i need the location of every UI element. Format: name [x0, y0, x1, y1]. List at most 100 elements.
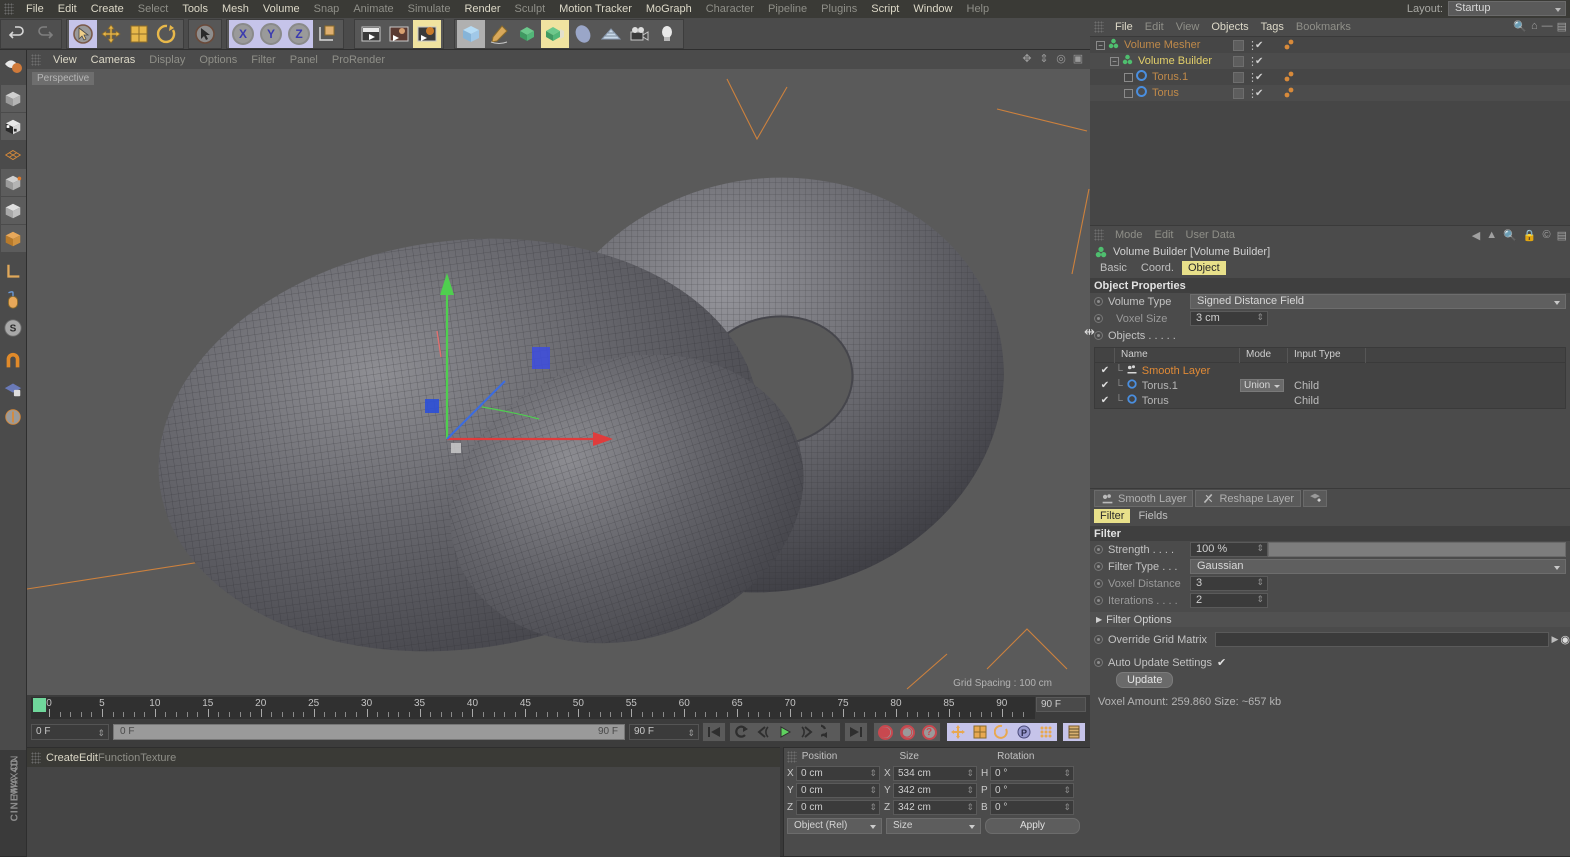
menu-item-character[interactable]: Character: [699, 0, 761, 18]
orbit-icon[interactable]: ◎: [1055, 53, 1067, 65]
object-name-cell[interactable]: − Volume Mesher: [1090, 37, 1200, 53]
play-icon[interactable]: [774, 723, 796, 741]
object-visibility-dots[interactable]: ⋮ ✔: [1233, 37, 1263, 53]
coord-size-dropdown[interactable]: Size: [886, 818, 981, 834]
points-mode-icon[interactable]: [1, 141, 26, 168]
object-tree-row[interactable]: Torus ⋮ ✔: [1090, 85, 1570, 101]
lock-z-axis-icon[interactable]: Z: [285, 19, 313, 48]
voxel-size-anim-dot[interactable]: [1094, 314, 1103, 323]
snap-icon[interactable]: S: [1, 314, 26, 341]
step-forward-icon[interactable]: [796, 723, 818, 741]
volume-type-dropdown[interactable]: Signed Distance Field: [1190, 294, 1566, 309]
menu-item-animate[interactable]: Animate: [346, 0, 400, 18]
menu-item-file[interactable]: File: [1109, 21, 1139, 33]
object-tree-row[interactable]: − Volume Builder ⋮ ✔: [1090, 53, 1570, 69]
enable-check-icon[interactable]: ✔: [1255, 72, 1263, 83]
volume-objects-list[interactable]: Name Mode Input Type ✔ └ Smooth Layer ✔ └ Tor…: [1094, 347, 1566, 409]
light-icon[interactable]: [653, 20, 681, 48]
auto-update-checkbox[interactable]: ✔: [1217, 656, 1226, 669]
planar-workplane-icon[interactable]: [1, 403, 26, 430]
objects-anim-dot[interactable]: [1094, 331, 1103, 340]
object-manager-grip[interactable]: [1094, 21, 1104, 33]
menu-item-texture[interactable]: Texture: [140, 752, 176, 764]
object-name-cell[interactable]: Torus: [1090, 85, 1179, 101]
override-grid-input[interactable]: [1215, 632, 1550, 647]
size-input[interactable]: 342 cm ⇕: [893, 783, 977, 798]
menu-item-view[interactable]: View: [46, 54, 84, 66]
menu-item-render[interactable]: Render: [457, 0, 507, 18]
size-input[interactable]: 342 cm ⇕: [893, 800, 977, 815]
timeline-icon[interactable]: [1063, 723, 1085, 741]
lock-icon[interactable]: 🔒: [1523, 229, 1537, 242]
menu-item-mograph[interactable]: MoGraph: [639, 0, 699, 18]
position-input[interactable]: 0 cm ⇕: [796, 800, 880, 815]
object-tree-row[interactable]: − Volume Mesher ⋮ ✔: [1090, 37, 1570, 53]
copyright-icon[interactable]: ©: [1542, 229, 1550, 242]
rotation-input[interactable]: 0 ° ⇕: [990, 783, 1074, 798]
visibility-dots-icon[interactable]: ⋮: [1247, 39, 1258, 52]
nurbs-icon[interactable]: [513, 20, 541, 48]
add-layer-button[interactable]: [1303, 490, 1328, 507]
layer-enable-checkbox[interactable]: ✔: [1095, 395, 1115, 406]
step-back-icon[interactable]: [752, 723, 774, 741]
floor-icon[interactable]: [597, 20, 625, 48]
pan-icon[interactable]: ✥: [1021, 53, 1033, 65]
rotation-key-icon[interactable]: [991, 723, 1013, 741]
reshape-layer-button[interactable]: Reshape Layer: [1195, 490, 1302, 507]
deformer-icon[interactable]: [541, 19, 569, 48]
object-tags[interactable]: [1280, 87, 1296, 103]
nurbs-surface-icon[interactable]: [569, 20, 597, 48]
enable-axis-icon[interactable]: [1, 286, 26, 313]
menu-item-select[interactable]: Select: [131, 0, 176, 18]
camera-icon[interactable]: [625, 20, 653, 48]
menu-item-pipeline[interactable]: Pipeline: [761, 0, 814, 18]
menu-item-plugins[interactable]: Plugins: [814, 0, 864, 18]
object-visibility-dots[interactable]: ⋮ ✔: [1233, 69, 1263, 85]
move-icon[interactable]: [97, 20, 125, 48]
dolly-icon[interactable]: ⇕: [1038, 53, 1050, 65]
redo-icon[interactable]: [31, 20, 59, 48]
current-frame-input[interactable]: 0 F ⇕: [31, 724, 109, 740]
home-icon[interactable]: ⌂: [1531, 20, 1538, 33]
expand-toggle-icon[interactable]: −: [1110, 56, 1119, 66]
iterations-anim-dot[interactable]: [1094, 596, 1103, 605]
list-icon[interactable]: ▤: [1557, 229, 1567, 242]
object-visibility-dots[interactable]: ⋮ ✔: [1233, 53, 1263, 69]
attribute-manager-grip[interactable]: [1094, 228, 1104, 241]
search-icon[interactable]: 🔍: [1503, 229, 1517, 242]
render-toggle-icon[interactable]: [1233, 39, 1244, 51]
menu-item-edit[interactable]: Edit: [1139, 21, 1170, 33]
undo-icon[interactable]: [3, 20, 31, 48]
menu-item-volume[interactable]: Volume: [256, 0, 307, 18]
loop-icon[interactable]: [818, 723, 840, 741]
menu-item-display[interactable]: Display: [142, 54, 192, 66]
strength-input[interactable]: 100 % ⇕: [1190, 542, 1268, 557]
filter-type-dropdown[interactable]: Gaussian: [1190, 559, 1566, 574]
timeline-ruler[interactable]: 0 5 10 15 20 25 30 35 40 45 50 55 60 65 70 75 80 85 90: [31, 697, 1035, 719]
timeline-frame-field[interactable]: 90 F: [1036, 697, 1086, 712]
end-frame-input[interactable]: 90 F ⇕: [629, 724, 699, 740]
menubar-grip[interactable]: [4, 3, 14, 15]
current-frame-marker[interactable]: [33, 698, 46, 712]
object-name-cell[interactable]: Torus.1: [1090, 69, 1188, 85]
tab-fields[interactable]: Fields: [1132, 509, 1173, 523]
object-visibility-dots[interactable]: ⋮ ✔: [1233, 85, 1263, 101]
menu-item-objects[interactable]: Objects: [1205, 21, 1254, 33]
rotation-input[interactable]: 0 ° ⇕: [990, 800, 1074, 815]
scale-icon[interactable]: [125, 20, 153, 48]
back-arrow-icon[interactable]: ◀: [1472, 229, 1480, 242]
sculpt-brush-icon[interactable]: [1, 52, 26, 79]
maximize-icon[interactable]: ▣: [1072, 53, 1084, 65]
menu-item-function[interactable]: Function: [98, 752, 140, 764]
expand-toggle-icon[interactable]: [1124, 88, 1133, 98]
layer-name-cell[interactable]: └ Torus: [1115, 393, 1240, 408]
filter-options-collapse[interactable]: ▶ Filter Options: [1090, 612, 1570, 627]
minus-icon[interactable]: —: [1542, 20, 1553, 33]
enable-check-icon[interactable]: ✔: [1255, 88, 1263, 99]
coord-mode-dropdown[interactable]: Object (Rel): [787, 818, 882, 834]
go-to-end-icon[interactable]: [845, 723, 867, 741]
viewport-menubar-grip[interactable]: [31, 53, 41, 66]
menu-item-filter[interactable]: Filter: [244, 54, 282, 66]
tab-basic[interactable]: Basic: [1094, 261, 1133, 275]
tab-object[interactable]: Object: [1181, 261, 1226, 275]
